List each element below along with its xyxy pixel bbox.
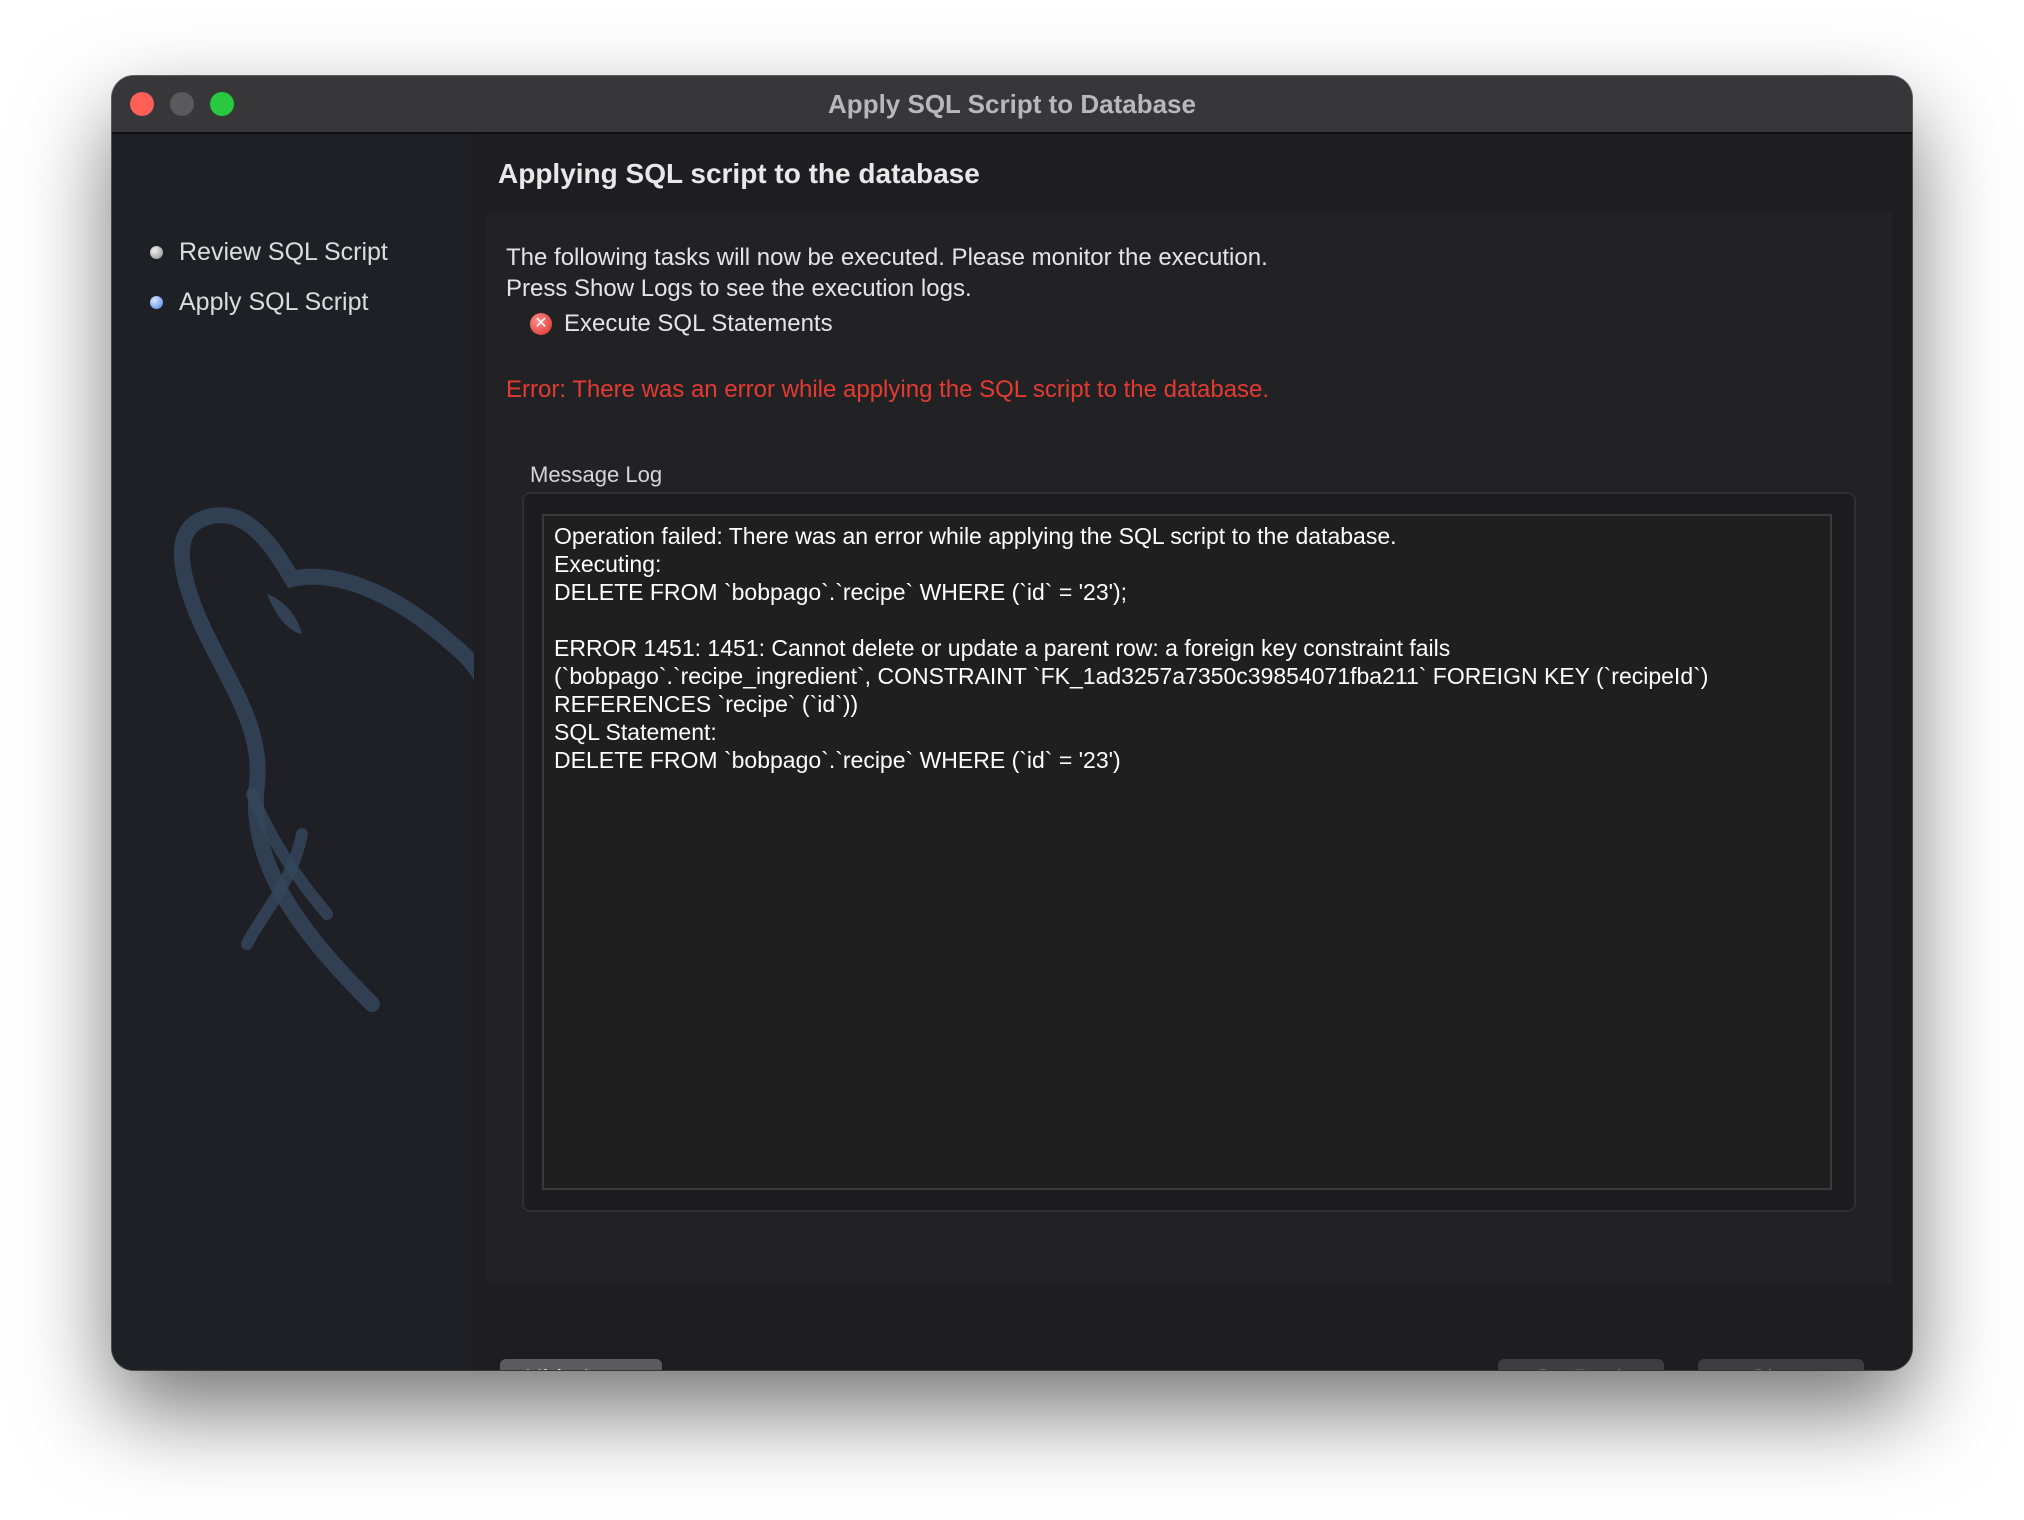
intro-text: The following tasks will now be executed…: [506, 242, 1268, 304]
error-x-icon: ✕: [530, 313, 552, 335]
intro-line-1: The following tasks will now be executed…: [506, 244, 1268, 271]
step-current-icon: [150, 296, 163, 309]
task-label: Execute SQL Statements: [564, 310, 833, 337]
step-review-sql-script: Review SQL Script: [150, 238, 388, 267]
content-panel: The following tasks will now be executed…: [486, 212, 1892, 1284]
hide-logs-button[interactable]: Hide Logs: [500, 1359, 662, 1370]
message-log-group: Operation failed: There was an error whi…: [522, 492, 1856, 1212]
log-line: Operation failed: There was an error whi…: [554, 523, 1397, 549]
intro-line-2: Press Show Logs to see the execution log…: [506, 275, 972, 302]
step-completed-icon: [150, 246, 163, 259]
wizard-sidebar: Review SQL Script Apply SQL Script: [112, 134, 474, 1370]
step-label: Review SQL Script: [179, 238, 388, 266]
message-log-textarea[interactable]: Operation failed: There was an error whi…: [542, 514, 1832, 1190]
log-line: DELETE FROM `bobpago`.`recipe` WHERE (`i…: [554, 579, 1128, 605]
step-label: Apply SQL Script: [179, 288, 369, 316]
log-line: REFERENCES `recipe` (`id`)): [554, 691, 859, 717]
log-line: (`bobpago`.`recipe_ingredient`, CONSTRAI…: [554, 663, 1709, 689]
task-execute-sql-statements: ✕ Execute SQL Statements: [530, 310, 833, 338]
error-message: Error: There was an error while applying…: [506, 376, 1270, 403]
page-title: Applying SQL script to the database: [498, 158, 980, 189]
main-panel: Applying SQL script to the database The …: [474, 134, 1912, 1370]
log-line: Executing:: [554, 551, 662, 577]
title-bar: Apply SQL Script to Database: [112, 76, 1912, 134]
dolphin-logo-icon: [173, 507, 474, 1012]
log-line: DELETE FROM `bobpago`.`recipe` WHERE (`i…: [554, 747, 1121, 773]
log-line: ERROR 1451: 1451: Cannot delete or updat…: [554, 635, 1451, 661]
window-title: Apply SQL Script to Database: [828, 89, 1196, 119]
close-button[interactable]: Close: [1698, 1359, 1864, 1370]
step-apply-sql-script: Apply SQL Script: [150, 288, 368, 317]
go-back-button[interactable]: Go Back: [1498, 1359, 1664, 1370]
log-line: SQL Statement:: [554, 719, 717, 745]
message-log-title: Message Log: [530, 462, 663, 487]
apply-sql-dialog: Apply SQL Script to Database Review SQL …: [112, 76, 1912, 1370]
